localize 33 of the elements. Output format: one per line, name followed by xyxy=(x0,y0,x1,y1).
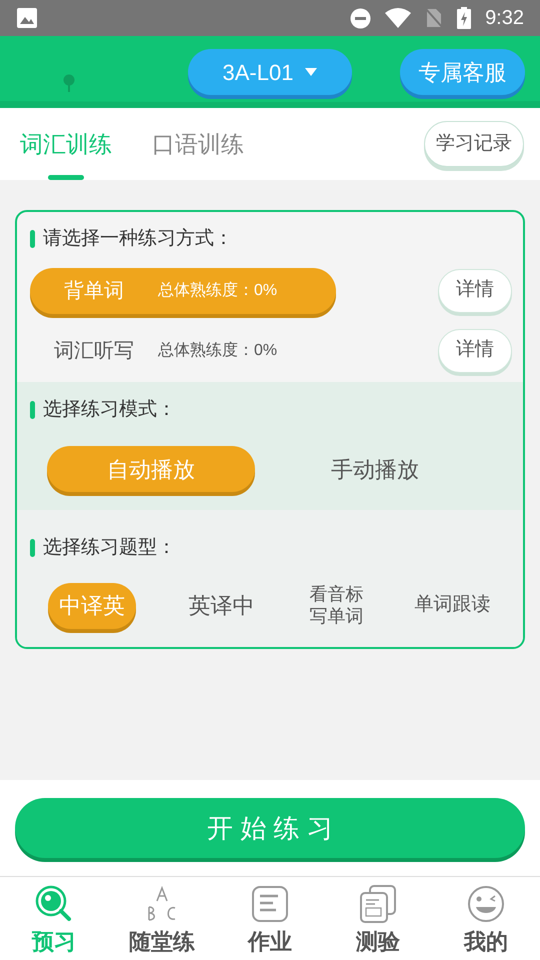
question-type-option[interactable]: 英译中 xyxy=(188,589,254,622)
mode-option[interactable]: 手动播放 xyxy=(271,446,479,492)
nav-item[interactable]: 我的 xyxy=(432,877,540,960)
nav-item[interactable]: 测验 xyxy=(324,877,432,960)
nav-item[interactable]: 作业 xyxy=(216,877,324,960)
question-type-option[interactable]: 看音标写单词 xyxy=(308,584,365,628)
battery-charging-icon xyxy=(457,7,472,29)
method-label: 词汇听写 xyxy=(53,338,135,364)
section-title: 选择练习题型： xyxy=(43,536,176,560)
do-not-disturb-icon xyxy=(350,8,372,28)
status-time: 9:32 xyxy=(485,6,524,31)
section-marker xyxy=(30,230,35,248)
document-icon xyxy=(251,885,289,923)
section-title: 选择练习模式： xyxy=(43,398,176,422)
method-label: 背单词 xyxy=(63,278,125,304)
section-marker xyxy=(30,400,35,419)
magnifier-icon xyxy=(35,885,73,923)
section-title: 请选择一种练习方式： xyxy=(43,227,233,251)
image-icon xyxy=(16,7,38,29)
proficiency-text: 总体熟练度：0% xyxy=(158,340,278,360)
test-paper-icon xyxy=(359,885,397,923)
wifi-icon xyxy=(385,8,412,28)
method-option[interactable]: 词汇听写 总体熟练度：0% xyxy=(30,328,336,374)
section-marker xyxy=(30,539,35,558)
nav-item[interactable]: 随堂练 xyxy=(108,877,216,960)
wink-face-icon xyxy=(467,885,505,923)
proficiency-text: 总体熟练度：0% xyxy=(158,280,278,300)
dropdown-caret-icon xyxy=(305,68,318,76)
tab-indicator xyxy=(48,175,84,180)
tree-icon xyxy=(63,74,75,92)
no-sim-icon xyxy=(425,8,444,28)
question-type-option[interactable]: 单词跟读 xyxy=(414,591,490,620)
tab[interactable]: 口语训练 xyxy=(152,108,244,180)
